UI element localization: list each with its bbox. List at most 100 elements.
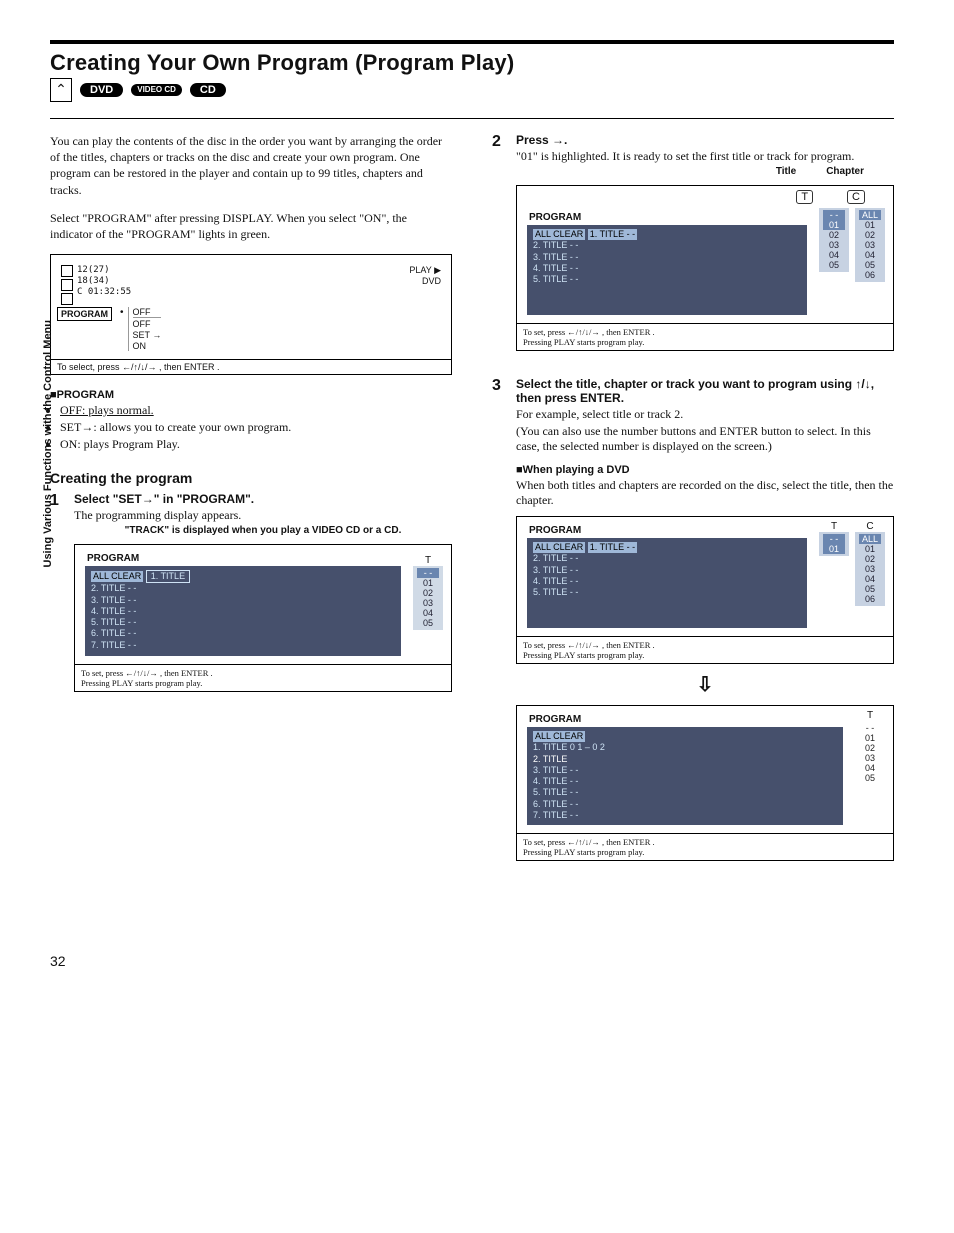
- num-cell[interactable]: 04: [859, 250, 881, 260]
- list-item[interactable]: 1. TITLE - -: [588, 542, 637, 553]
- osd-option[interactable]: OFF: [133, 319, 162, 329]
- dvd-subhead: ■When playing a DVD: [516, 464, 894, 476]
- num-cell[interactable]: ALL: [859, 534, 881, 544]
- num-cell[interactable]: - -: [823, 534, 845, 544]
- list-item[interactable]: 3. TITLE - -: [91, 595, 190, 606]
- all-clear[interactable]: ALL CLEAR: [91, 571, 143, 582]
- list-item[interactable]: 3. TITLE - -: [533, 252, 637, 263]
- num-cell[interactable]: 01: [859, 544, 881, 554]
- list-item[interactable]: 3. TITLE - -: [533, 765, 605, 776]
- num-cell[interactable]: 03: [859, 753, 881, 763]
- list-item[interactable]: 1. TITLE 0 1 – 0 2: [533, 742, 605, 753]
- num-cell[interactable]: 06: [859, 270, 881, 280]
- num-cell[interactable]: ALL: [859, 210, 881, 220]
- bullet: ON: plays Program Play.: [60, 437, 452, 452]
- list-item[interactable]: 4. TITLE - -: [533, 776, 605, 787]
- list-item[interactable]: 2. TITLE - -: [91, 583, 190, 594]
- c-box: C: [847, 190, 865, 204]
- list-item[interactable]: 4. TITLE - -: [533, 576, 637, 587]
- num-cell[interactable]: 05: [417, 618, 439, 628]
- num-cell[interactable]: - -: [859, 723, 881, 733]
- intro-text: Select "PROGRAM" after pressing DISPLAY.…: [50, 210, 452, 242]
- list-item[interactable]: ALL CLEAR: [533, 229, 585, 240]
- num-cell[interactable]: 03: [859, 564, 881, 574]
- num-cell[interactable]: 01: [823, 220, 845, 230]
- list-item[interactable]: 2. TITLE - -: [533, 240, 637, 251]
- list-item[interactable]: 5. TITLE - -: [533, 587, 637, 598]
- num-cell[interactable]: 02: [859, 230, 881, 240]
- num-cell[interactable]: 01: [859, 733, 881, 743]
- t-box: T: [796, 190, 813, 204]
- num-cell[interactable]: 06: [859, 594, 881, 604]
- num-cell[interactable]: 04: [859, 574, 881, 584]
- side-tab: Using Various Functions with the Control…: [42, 320, 54, 568]
- num-cell[interactable]: 01: [417, 578, 439, 588]
- osd-option[interactable]: OFF: [133, 307, 162, 318]
- osd-play-status: PLAY ▶: [409, 265, 441, 276]
- step-number: 3: [492, 377, 506, 869]
- num-cell[interactable]: - -: [823, 210, 845, 220]
- num-cell[interactable]: 05: [823, 260, 845, 270]
- num-cell[interactable]: 03: [823, 240, 845, 250]
- num-cell[interactable]: 04: [417, 608, 439, 618]
- col-header: T: [819, 521, 849, 532]
- num-cell[interactable]: 02: [859, 743, 881, 753]
- osd-line: 12(27): [77, 265, 131, 275]
- num-cell[interactable]: 05: [859, 260, 881, 270]
- screen-footer: Pressing PLAY starts program play.: [523, 847, 887, 857]
- list-item[interactable]: 7. TITLE - -: [533, 810, 605, 821]
- step-2: 2 Press →. "01" is highlighted. It is re…: [492, 133, 894, 359]
- list-item[interactable]: 6. TITLE - -: [533, 799, 605, 810]
- right-column: 2 Press →. "01" is highlighted. It is re…: [492, 133, 894, 873]
- num-cell[interactable]: 05: [859, 584, 881, 594]
- screen-footer: Pressing PLAY starts program play.: [523, 650, 887, 660]
- num-cell[interactable]: 03: [859, 240, 881, 250]
- list-item[interactable]: ALL CLEAR: [533, 542, 585, 553]
- list-item[interactable]: 6. TITLE - -: [91, 628, 190, 639]
- screen-footer: To set, press ←/↑/↓/→ , then ENTER .: [81, 668, 445, 678]
- osd-option[interactable]: ON: [133, 341, 162, 351]
- screen-title: PROGRAM: [521, 710, 849, 725]
- step-number: 2: [492, 133, 506, 359]
- list-item[interactable]: ALL CLEAR: [533, 731, 585, 742]
- list-item[interactable]: 2. TITLE: [533, 754, 605, 765]
- screen-b: T C PROGRAM ALL CLEAR 1. TITLE - - 2. TI…: [516, 185, 894, 351]
- list-item[interactable]: 2. TITLE - -: [533, 553, 637, 564]
- osd-program-menu: 12(27) 18(34) C 01:32:55 PLAY ▶ DVD PROG…: [50, 254, 452, 375]
- osd-footer: To select, press ←/↑/↓/→ , then ENTER .: [51, 359, 451, 374]
- list-item[interactable]: 1. TITLE - -: [588, 229, 637, 240]
- screen-footer: To set, press ←/↑/↓/→ , then ENTER .: [523, 640, 887, 650]
- list-item[interactable]: 4. TITLE - -: [91, 606, 190, 617]
- list-item[interactable]: 5. TITLE - -: [91, 617, 190, 628]
- screen-footer: Pressing PLAY starts program play.: [81, 678, 445, 688]
- num-cell[interactable]: 05: [859, 773, 881, 783]
- divider: [50, 118, 894, 119]
- num-cell[interactable]: 02: [823, 230, 845, 240]
- list-item[interactable]: 7. TITLE - -: [91, 640, 190, 651]
- list-item[interactable]: 5. TITLE - -: [533, 787, 605, 798]
- osd-media-type: DVD: [409, 276, 441, 286]
- osd-option[interactable]: SET →: [133, 330, 162, 340]
- list-item[interactable]: 1. TITLE: [146, 570, 190, 583]
- page-number: 32: [50, 953, 894, 969]
- num-cell[interactable]: 02: [417, 588, 439, 598]
- num-cell[interactable]: 04: [859, 763, 881, 773]
- num-cell[interactable]: - -: [417, 568, 439, 578]
- list-item[interactable]: 3. TITLE - -: [533, 565, 637, 576]
- num-cell[interactable]: 02: [859, 554, 881, 564]
- screen-caption: "TRACK" is displayed when you play a VID…: [74, 525, 452, 536]
- list-item[interactable]: 5. TITLE - -: [533, 274, 637, 285]
- page-title: Creating Your Own Program (Program Play): [50, 50, 894, 76]
- program-subhead: ■PROGRAM: [50, 389, 452, 401]
- num-cell[interactable]: 01: [823, 544, 845, 554]
- step-3: 3 Select the title, chapter or track you…: [492, 377, 894, 869]
- num-cell[interactable]: 03: [417, 598, 439, 608]
- label-chapter: Chapter: [826, 166, 864, 177]
- arrow-down-icon: ⇩: [516, 672, 894, 697]
- screen-title: PROGRAM: [521, 208, 813, 223]
- num-cell[interactable]: 04: [823, 250, 845, 260]
- list-item[interactable]: 4. TITLE - -: [533, 263, 637, 274]
- step-lead: Press →.: [516, 133, 894, 147]
- divider: [50, 40, 894, 44]
- num-cell[interactable]: 01: [859, 220, 881, 230]
